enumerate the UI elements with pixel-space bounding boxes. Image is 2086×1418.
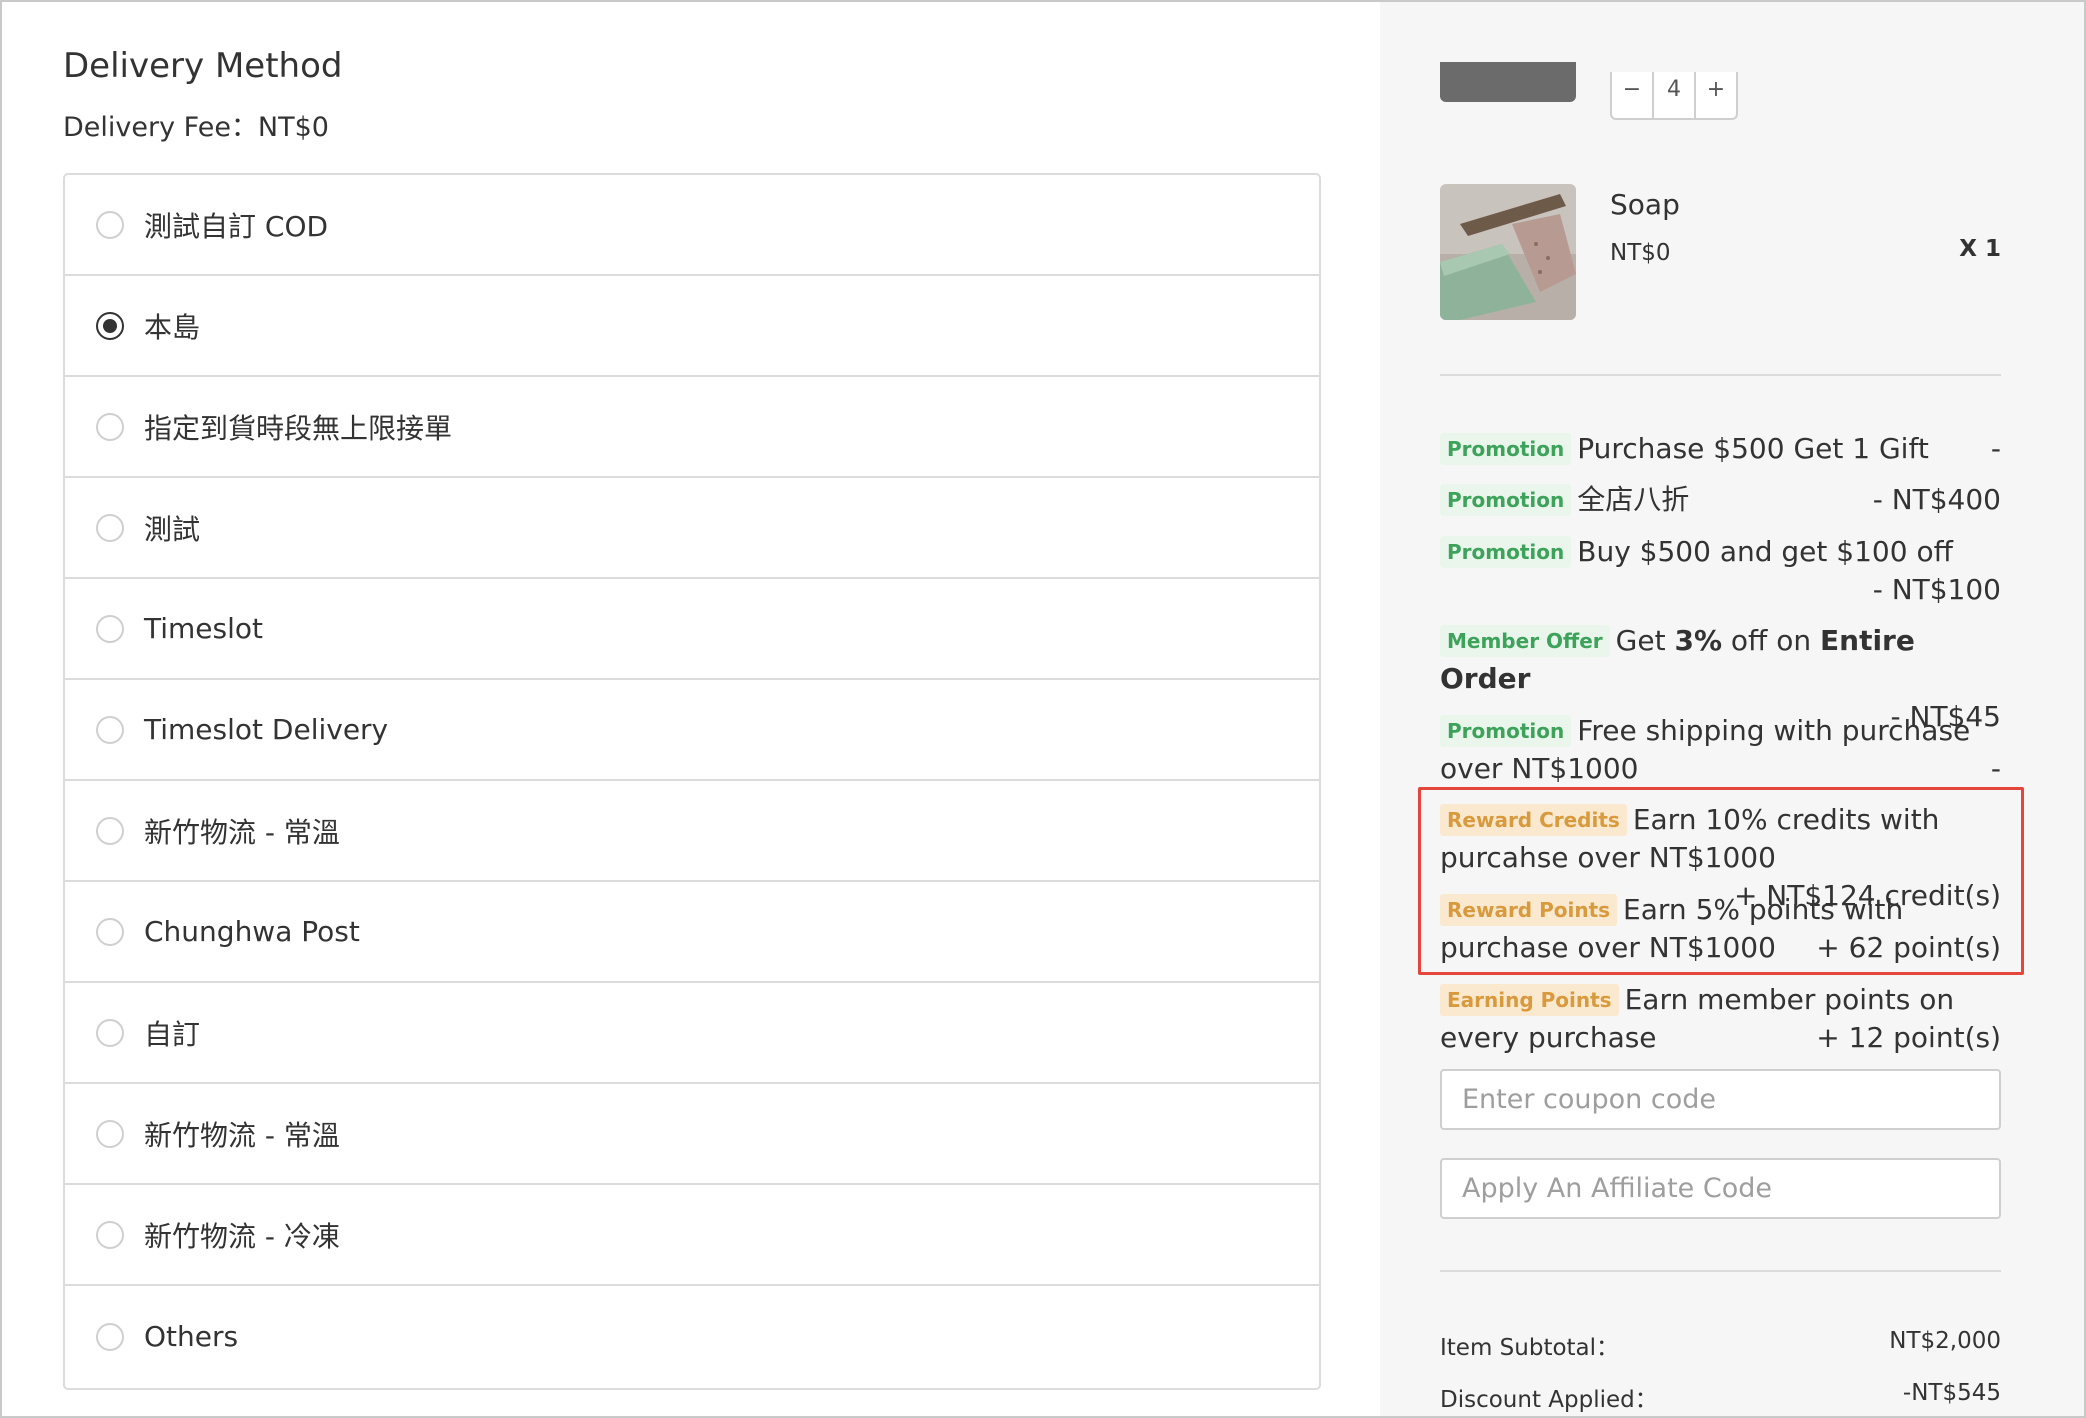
product-name: Soap [1610,188,1680,221]
earning-points-tag: Earning Points [1440,984,1619,1016]
delivery-option-label: 自訂 [144,1017,201,1051]
radio-button[interactable] [96,614,124,643]
delivery-method-title: Delivery Method [63,46,343,86]
promotion-row: Promotion Purchase $500 Get 1 Gift - [1440,430,2001,468]
item-subtotal-label: Item Subtotal： [1440,1335,1620,1361]
delivery-option[interactable]: 新竹物流 - 常溫 [65,1084,1319,1185]
delivery-option[interactable]: 自訂 [65,983,1319,1084]
radio-button[interactable] [96,1119,124,1148]
delivery-option[interactable]: 指定到貨時段無上限接單 [65,377,1319,478]
earning-points-amount: + 12 point(s) [1816,1021,2001,1054]
discount-applied-value: -NT$545 [1902,1380,2001,1406]
delivery-option-label: 測試自訂 COD [144,209,329,243]
delivery-fee: Delivery Fee：NT$0 [63,112,329,143]
delivery-option-label: 本島 [144,310,201,344]
radio-button[interactable] [96,816,124,845]
promotion-amount: - NT$100 [1872,573,2001,606]
promotion-row: Promotion 全店八折 - NT$400 [1440,481,2001,519]
promotion-amount: - [1990,752,2001,785]
promotion-text: 全店八折 [1577,483,1690,516]
discount-applied-label: Discount Applied： [1440,1387,1658,1413]
delivery-option-label: Timeslot Delivery [144,713,389,746]
radio-button[interactable] [96,1322,124,1351]
earning-points-row: Earning Points Earn member points on ever… [1440,981,2001,1057]
radio-button[interactable] [96,715,124,744]
radio-button[interactable] [96,917,124,946]
delivery-option[interactable]: 新竹物流 - 常溫 [65,781,1319,882]
reward-points-row: Reward Points Earn 5% points with purchas… [1440,891,2001,967]
delivery-option-label: 新竹物流 - 常溫 [144,1118,340,1152]
coupon-code-input[interactable] [1440,1069,2001,1130]
delivery-option-label: 新竹物流 - 冷凍 [144,1219,340,1253]
promotion-tag: Promotion [1440,715,1572,747]
radio-button-selected[interactable] [96,311,124,340]
product-thumbnail [1440,62,1576,102]
increase-button[interactable]: + [1696,72,1736,118]
product-price: NT$0 [1610,240,1671,266]
promotion-tag: Promotion [1440,433,1572,465]
checkout-page: Delivery Method Delivery Fee：NT$0 測試自訂 C… [0,0,2086,1418]
delivery-option-label: Others [144,1320,239,1353]
affiliate-code-input[interactable] [1440,1158,2001,1219]
reward-points-amount: + 62 point(s) [1816,931,2001,964]
promotion-amount: - NT$400 [1872,483,2001,516]
radio-button[interactable] [96,210,124,239]
delivery-option[interactable]: 本島 [65,276,1319,377]
item-subtotal-value: NT$2,000 [1889,1328,2001,1354]
promotion-row: Promotion Buy $500 and get $100 off - NT$… [1440,533,2001,609]
delivery-option[interactable]: 測試 [65,478,1319,579]
quantity-value[interactable]: 4 [1654,72,1696,118]
radio-button[interactable] [96,412,124,441]
order-summary-panel: − 4 + Soap NT$0 X 1 Promotion Purchase $… [1380,2,2084,1416]
divider [1440,1270,2001,1272]
radio-button[interactable] [96,1220,124,1249]
divider [1440,374,2001,376]
delivery-option[interactable]: 測試自訂 COD [65,175,1319,276]
delivery-option-label: 指定到貨時段無上限接單 [144,411,453,445]
promotion-text: Purchase $500 Get 1 Gift [1577,432,1929,465]
delivery-option[interactable]: 新竹物流 - 冷凍 [65,1185,1319,1286]
delivery-option-label: 測試 [144,512,201,546]
promotion-amount: - [1990,432,2001,465]
promotion-tag: Promotion [1440,484,1572,516]
delivery-option-label: 新竹物流 - 常溫 [144,815,340,849]
promotion-tag: Promotion [1440,536,1572,568]
radio-button[interactable] [96,513,124,542]
delivery-options-list: 測試自訂 COD 本島 指定到貨時段無上限接單 測試 Timeslot Time… [63,173,1321,1390]
delivery-option[interactable]: Chunghwa Post [65,882,1319,983]
reward-credits-tag: Reward Credits [1440,804,1627,836]
promotion-text: Buy $500 and get $100 off [1577,535,1953,568]
member-offer-tag: Member Offer [1440,625,1610,657]
promotion-row: Promotion Free shipping with purchase ove… [1440,712,2001,788]
delivery-option-label: Timeslot [144,612,263,645]
decrease-button[interactable]: − [1612,72,1654,118]
soap-product-image [1440,184,1576,320]
delivery-option[interactable]: Others [65,1286,1319,1387]
delivery-panel: Delivery Method Delivery Fee：NT$0 測試自訂 C… [2,2,1380,1416]
quantity-stepper[interactable]: − 4 + [1610,72,1738,120]
delivery-option[interactable]: Timeslot Delivery [65,680,1319,781]
delivery-option[interactable]: Timeslot [65,579,1319,680]
radio-button[interactable] [96,1018,124,1047]
product-quantity: X 1 [1959,236,2001,262]
delivery-option-label: Chunghwa Post [144,915,360,948]
reward-points-tag: Reward Points [1440,894,1618,926]
